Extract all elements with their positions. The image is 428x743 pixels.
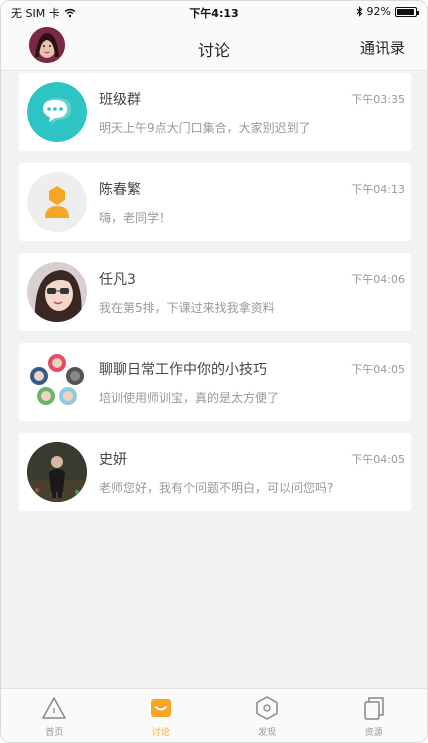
bottom-tab-bar: 首页 讨论 发现 资源	[1, 688, 427, 742]
conversation-time: 下午04:06	[351, 273, 405, 286]
conversation-time: 下午04:13	[351, 183, 405, 196]
tab-label: 讨论	[151, 728, 170, 738]
tab-resources[interactable]: 资源	[321, 689, 428, 742]
conversation-time: 下午04:05	[351, 363, 405, 376]
status-bar: 无 SIM 卡 下午4:13 92%	[1, 1, 427, 23]
conversation-preview: 我在第5排，下课过来找我拿资料	[99, 301, 275, 315]
photo-avatar	[27, 262, 87, 322]
conversation-time: 下午03:35	[351, 93, 405, 106]
conversation-name: 史妍	[99, 452, 127, 468]
battery-percent: 92%	[366, 5, 391, 18]
conversation-name: 班级群	[99, 92, 141, 108]
conversation-list: 班级群 下午03:35 明天上午9点大门口集合，大家别迟到了 陈春繁 下午04:…	[19, 73, 411, 523]
top-nav-bar: 讨论 通讯录	[1, 23, 427, 71]
conversation-preview: 嗨，老同学！	[99, 211, 172, 225]
tab-home[interactable]: 首页	[1, 689, 108, 742]
bluetooth-icon	[356, 6, 362, 17]
default-user-icon	[27, 172, 87, 232]
conversation-preview: 明天上午9点大门口集合，大家别迟到了	[99, 121, 311, 135]
tab-discussion[interactable]: 讨论	[108, 689, 215, 742]
conversation-preview: 培训使用师训宝，真的是太方便了	[99, 391, 280, 405]
status-right: 92%	[356, 5, 419, 18]
conversation-item[interactable]: 任凡3 下午04:06 我在第5排，下课过来找我拿资料	[19, 253, 411, 331]
conversation-name: 陈春繁	[99, 182, 141, 198]
battery-fill	[397, 8, 414, 15]
conversation-preview: 老师您好，我有个问题不明白，可以问您吗?	[99, 481, 334, 495]
discover-hexagon-icon	[256, 696, 278, 720]
conversation-time: 下午04:05	[351, 453, 405, 466]
photo-avatar	[27, 442, 87, 502]
group-avatar	[27, 352, 87, 412]
conversation-item[interactable]: 班级群 下午03:35 明天上午9点大门口集合，大家别迟到了	[19, 73, 411, 151]
discussion-icon	[150, 699, 171, 717]
chat-bubble-icon	[27, 82, 87, 142]
phone-screen: 无 SIM 卡 下午4:13 92% 讨论 通讯录 班级群 下午03:35 明天…	[0, 0, 428, 743]
contacts-button[interactable]: 通讯录	[360, 37, 405, 58]
conversation-item[interactable]: 陈春繁 下午04:13 嗨，老同学！	[19, 163, 411, 241]
tab-label: 发现	[258, 728, 277, 738]
resources-icon	[364, 697, 384, 720]
conversation-name: 聊聊日常工作中你的小技巧	[99, 362, 267, 378]
home-triangle-icon	[42, 697, 66, 719]
tab-discover[interactable]: 发现	[214, 689, 321, 742]
tab-label: 首页	[45, 728, 64, 738]
conversation-item[interactable]: 聊聊日常工作中你的小技巧 下午04:05 培训使用师训宝，真的是太方便了	[19, 343, 411, 421]
conversation-name: 任凡3	[99, 272, 136, 288]
conversation-item[interactable]: 史妍 下午04:05 老师您好，我有个问题不明白，可以问您吗?	[19, 433, 411, 511]
battery-icon	[395, 6, 419, 17]
tab-label: 资源	[364, 728, 383, 738]
